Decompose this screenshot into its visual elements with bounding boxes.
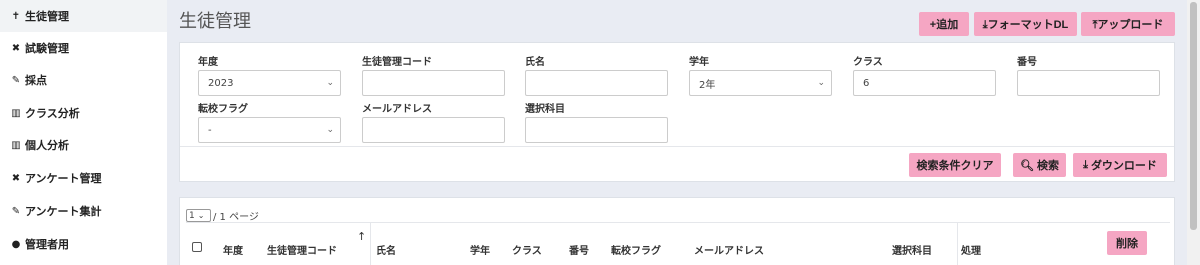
column-header-subject[interactable]: 選択科目 xyxy=(892,242,932,257)
sidebar-item-label: 管理者用 xyxy=(25,238,69,251)
table-header-border xyxy=(186,222,1170,223)
divider xyxy=(180,146,1174,147)
chart-icon: ▥ xyxy=(11,139,21,151)
grade-label: 学年 xyxy=(689,57,709,68)
sidebar-item-grading[interactable]: ✎ 採点 xyxy=(0,64,167,96)
column-header-year[interactable]: 年度 xyxy=(223,242,243,257)
page-select[interactable]: 1 ⌄ xyxy=(186,209,211,222)
column-header-class[interactable]: クラス xyxy=(512,242,542,257)
column-divider xyxy=(370,222,371,265)
name-label: 氏名 xyxy=(525,57,545,68)
chart-icon: ▥ xyxy=(11,107,21,119)
format-download-button[interactable]: ⤓フォーマットDL xyxy=(974,12,1077,36)
sidebar-item-label: 生徒管理 xyxy=(25,10,69,23)
add-button[interactable]: +追加 xyxy=(919,12,969,36)
sidebar-item-survey-management[interactable]: ✖ アンケート管理 xyxy=(0,162,167,194)
number-label: 番号 xyxy=(1017,57,1037,68)
year-label: 年度 xyxy=(198,57,218,68)
class-label: クラス xyxy=(853,57,883,68)
chevron-down-icon: ⌄ xyxy=(326,125,334,135)
page-title: 生徒管理 xyxy=(179,11,251,32)
column-header-number[interactable]: 番号 xyxy=(569,242,589,257)
list-panel: 1 ⌄ / 1 ページ 年度 生徒管理コード ↑ 氏名 学年 クラス 番号 転校… xyxy=(179,197,1175,265)
column-header-actions: 処理 xyxy=(961,246,981,257)
scrollbar-thumb[interactable] xyxy=(1190,2,1197,230)
pagination: 1 ⌄ / 1 ページ xyxy=(186,208,259,223)
download-icon: ⤓ xyxy=(1083,158,1088,171)
search-button[interactable]: 🔍︎ 検索 xyxy=(1013,153,1066,177)
chevron-down-icon: ⌄ xyxy=(326,78,334,88)
tools-icon: ✖ xyxy=(11,172,21,184)
sidebar-item-students[interactable]: ✝ 生徒管理 xyxy=(0,0,167,32)
chevron-down-icon: ⌄ xyxy=(817,78,825,88)
sidebar-item-label: 試験管理 xyxy=(25,42,69,55)
delete-button[interactable]: 削除 xyxy=(1107,231,1147,255)
year-select[interactable]: 2023 ⌄ xyxy=(198,70,341,96)
upload-button[interactable]: ⤒アップロード xyxy=(1081,12,1175,36)
sidebar-item-admin[interactable]: ● 管理者用 xyxy=(0,228,167,260)
column-header-transfer-flag[interactable]: 転校フラグ xyxy=(611,242,661,257)
number-input[interactable] xyxy=(1017,70,1160,96)
sidebar: ✝ 生徒管理 ✖ 試験管理 ✎ 採点 ▥ クラス分析 ▥ 個人分析 ✖ アンケー… xyxy=(0,0,167,265)
student-code-input[interactable] xyxy=(362,70,505,96)
pencil-icon: ✎ xyxy=(11,74,21,86)
page-count-text: / 1 ページ xyxy=(213,212,259,223)
subject-label: 選択科目 xyxy=(525,104,565,115)
email-input[interactable] xyxy=(362,117,505,143)
sidebar-item-label: 採点 xyxy=(25,74,47,87)
year-value: 2023 xyxy=(208,77,234,89)
sidebar-item-label: クラス分析 xyxy=(25,107,80,120)
select-all-checkbox[interactable] xyxy=(192,242,202,252)
search-button-label: 検索 xyxy=(1036,160,1059,172)
tools-icon: ✖ xyxy=(11,42,21,54)
scrollbar[interactable] xyxy=(1187,0,1200,265)
sidebar-item-personal-analysis[interactable]: ▥ 個人分析 xyxy=(0,129,167,161)
column-header-name[interactable]: 氏名 xyxy=(376,242,396,257)
column-header-student-code[interactable]: 生徒管理コード xyxy=(267,242,337,257)
class-input[interactable]: 6 xyxy=(853,70,996,96)
sidebar-item-class-analysis[interactable]: ▥ クラス分析 xyxy=(0,97,167,129)
column-divider xyxy=(957,222,958,265)
sort-arrow-icon[interactable]: ↑ xyxy=(357,230,366,243)
chevron-down-icon: ⌄ xyxy=(197,211,205,220)
user-icon: ● xyxy=(11,238,21,250)
transfer-flag-label: 転校フラグ xyxy=(198,104,248,115)
search-panel: 年度 2023 ⌄ 生徒管理コード 氏名 学年 2年 ⌄ クラス 6 番号 転校… xyxy=(179,42,1175,182)
pencil-icon: ✎ xyxy=(11,205,21,217)
download-button[interactable]: ⤓ ダウンロード xyxy=(1073,153,1167,177)
sidebar-item-label: アンケート管理 xyxy=(25,172,102,185)
email-label: メールアドレス xyxy=(362,104,432,115)
column-header-email[interactable]: メールアドレス xyxy=(694,242,764,257)
transfer-flag-select[interactable]: - ⌄ xyxy=(198,117,341,143)
transfer-flag-value: - xyxy=(208,124,212,136)
name-input[interactable] xyxy=(525,70,668,96)
grade-value: 2年 xyxy=(699,79,716,91)
sidebar-item-label: アンケート集計 xyxy=(25,205,102,218)
search-icon: 🔍︎ xyxy=(1020,159,1034,172)
sidebar-item-label: 個人分析 xyxy=(25,139,69,152)
column-header-grade[interactable]: 学年 xyxy=(470,242,490,257)
grade-select[interactable]: 2年 ⌄ xyxy=(689,70,832,96)
page-select-value: 1 xyxy=(189,210,195,221)
sidebar-item-survey-summary[interactable]: ✎ アンケート集計 xyxy=(0,195,167,227)
tools-icon: ✝ xyxy=(11,10,21,22)
sidebar-item-exams[interactable]: ✖ 試験管理 xyxy=(0,32,167,64)
student-code-label: 生徒管理コード xyxy=(362,57,432,68)
subject-input[interactable] xyxy=(525,117,668,143)
clear-search-button[interactable]: 検索条件クリア xyxy=(909,153,1001,177)
download-button-label: ダウンロード xyxy=(1090,160,1157,172)
main-content: 生徒管理 +追加 ⤓フォーマットDL ⤒アップロード 年度 2023 ⌄ 生徒管… xyxy=(167,0,1187,265)
